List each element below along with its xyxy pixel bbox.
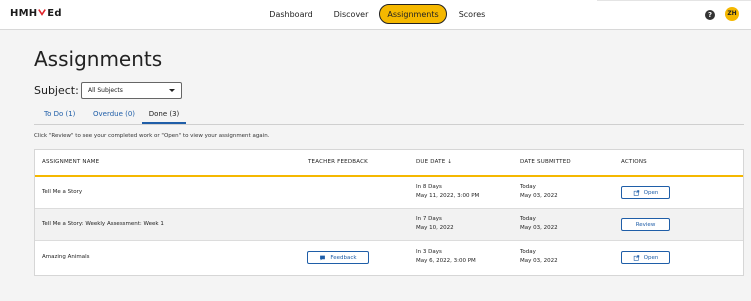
app-logo[interactable]: HMH Ed	[10, 8, 62, 19]
instruction-text: Click "Review" to see your completed wor…	[34, 133, 270, 139]
due-date: In 7 Days May 10, 2022	[416, 215, 454, 233]
top-navigation-bar: HMH Ed Dashboard Discover Assignments Sc…	[0, 0, 751, 30]
open-external-icon	[633, 189, 639, 196]
due-relative: In 8 Days	[416, 184, 442, 190]
date-submitted: Today May 03, 2022	[520, 215, 558, 233]
due-absolute: May 6, 2022, 3:00 PM	[416, 258, 476, 264]
column-header-date-submitted: DATE SUBMITTED	[520, 159, 571, 165]
feedback-button[interactable]: Feedback	[307, 251, 369, 264]
table-row: Amazing Animals Feedback In 3 Days May 6…	[35, 241, 743, 273]
due-date: In 3 Days May 6, 2022, 3:00 PM	[416, 248, 476, 266]
top-divider	[597, 0, 751, 1]
nav-assignments[interactable]: Assignments	[379, 4, 447, 24]
submitted-absolute: May 03, 2022	[520, 193, 558, 199]
submitted-absolute: May 03, 2022	[520, 225, 558, 231]
column-header-due-date[interactable]: DUE DATE ↓	[416, 159, 452, 165]
due-date: In 8 Days May 11, 2022, 3:00 PM	[416, 183, 479, 201]
caret-down-icon	[169, 89, 175, 92]
feedback-button-label: Feedback	[330, 254, 357, 261]
subject-select[interactable]: All Subjects	[81, 82, 182, 99]
nav-discover[interactable]: Discover	[326, 4, 376, 24]
avatar[interactable]: ZH	[725, 7, 739, 21]
logo-text-ed: Ed	[47, 8, 62, 19]
open-button-label: Open	[643, 254, 659, 261]
column-header-actions: ACTIONS	[621, 159, 647, 165]
nav-dashboard[interactable]: Dashboard	[262, 4, 320, 24]
nav-scores[interactable]: Scores	[452, 4, 492, 24]
open-button-label: Open	[643, 189, 659, 196]
assignment-name: Amazing Animals	[42, 254, 90, 260]
date-submitted: Today May 03, 2022	[520, 248, 558, 266]
submitted-relative: Today	[520, 249, 536, 255]
due-relative: In 7 Days	[416, 216, 442, 222]
table-row: Tell Me a Story In 8 Days May 11, 2022, …	[35, 177, 743, 209]
assignment-name: Tell Me a Story: Weekly Assessment: Week…	[42, 221, 164, 227]
column-header-assignment-name: ASSIGNMENT NAME	[42, 159, 100, 165]
due-relative: In 3 Days	[416, 249, 442, 255]
submitted-absolute: May 03, 2022	[520, 258, 558, 264]
submitted-relative: Today	[520, 184, 536, 190]
table-row: Tell Me a Story: Weekly Assessment: Week…	[35, 209, 743, 241]
open-button[interactable]: Open	[621, 251, 670, 264]
help-icon[interactable]: ?	[705, 10, 715, 20]
tabs-divider	[34, 124, 744, 125]
due-absolute: May 10, 2022	[416, 225, 454, 231]
tab-overdue[interactable]: Overdue (0)	[93, 110, 135, 118]
tab-to-do[interactable]: To Do (1)	[44, 110, 75, 118]
open-button[interactable]: Open	[621, 186, 670, 199]
review-button[interactable]: Review	[621, 218, 670, 231]
logo-text: HMH	[10, 8, 38, 19]
subject-label: Subject:	[34, 84, 79, 97]
feedback-icon	[320, 255, 326, 260]
review-button-label: Review	[635, 221, 656, 228]
open-external-icon	[633, 254, 639, 261]
hmh-logo-check-icon	[38, 8, 47, 19]
column-header-teacher-feedback: TEACHER FEEDBACK	[308, 159, 368, 165]
page-title: Assignments	[34, 47, 163, 71]
submitted-relative: Today	[520, 216, 536, 222]
due-absolute: May 11, 2022, 3:00 PM	[416, 193, 480, 199]
subject-select-value: All Subjects	[88, 87, 123, 94]
date-submitted: Today May 03, 2022	[520, 183, 558, 201]
assignment-name: Tell Me a Story	[42, 189, 83, 195]
